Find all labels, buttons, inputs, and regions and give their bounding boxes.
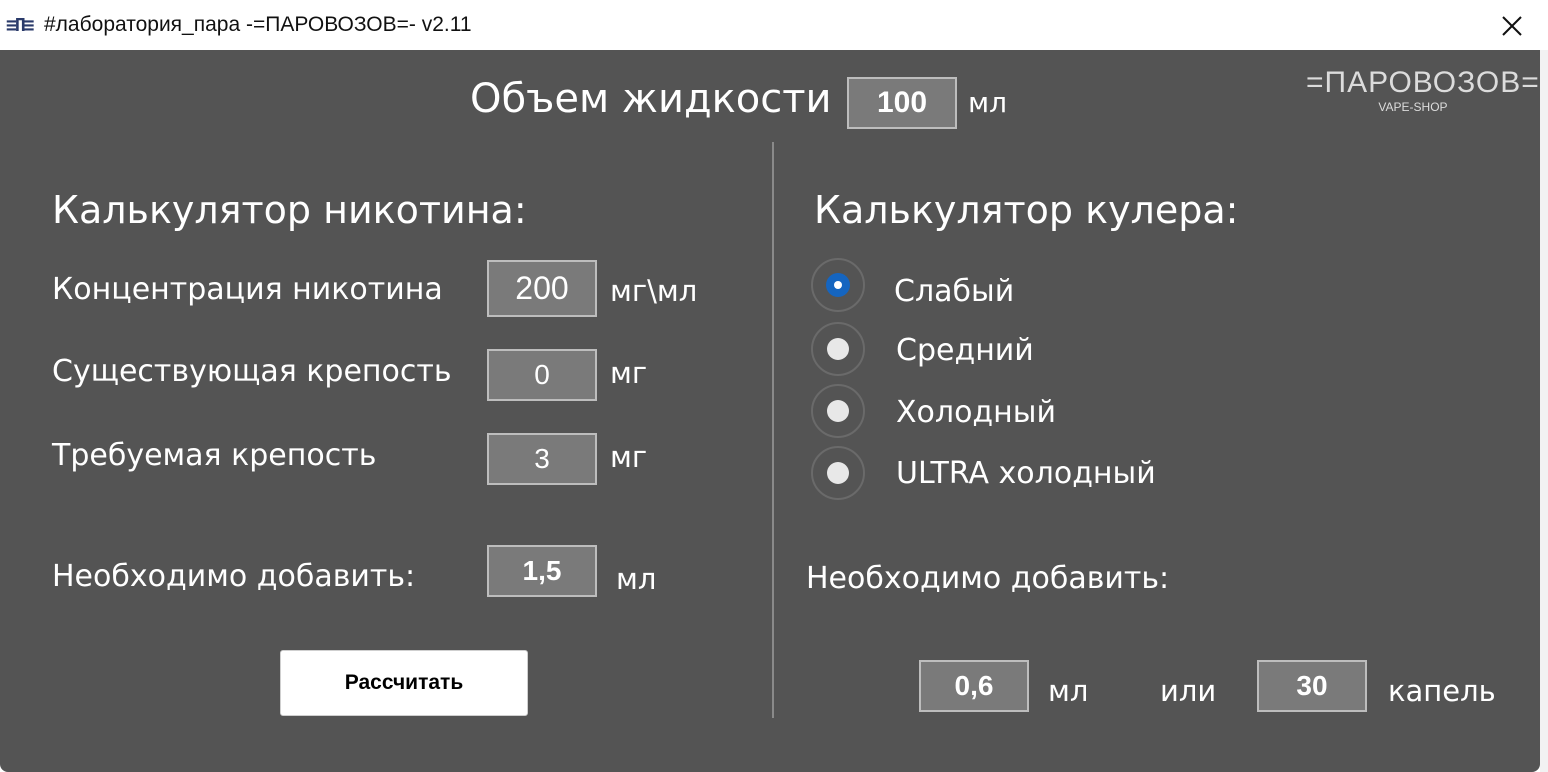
nicotine-calculator-title: Калькулятор никотина:: [52, 188, 527, 232]
radio-unselected-dot: [827, 400, 849, 422]
window-edge: [1540, 50, 1548, 772]
cooler-or-label: или: [1160, 674, 1217, 708]
nicotine-result-field: 1,5: [487, 545, 597, 597]
nicotine-concentration-label: Концентрация никотина: [52, 272, 443, 307]
volume-field[interactable]: 100: [847, 77, 957, 129]
cooler-drops-unit: капель: [1388, 674, 1496, 708]
volume-label: Объем жидкости: [470, 76, 832, 122]
nicotine-result-unit: мл: [616, 562, 657, 596]
existing-strength-unit: мг: [610, 356, 648, 390]
nicotine-concentration-input[interactable]: [489, 262, 595, 315]
cooler-drops-value: 30: [1296, 670, 1328, 701]
cooler-ml-field: 0,6: [919, 660, 1029, 712]
volume-unit: мл: [968, 86, 1008, 119]
radio-medium[interactable]: [811, 322, 865, 376]
radio-ultra-cold-label[interactable]: ULTRA холодный: [896, 456, 1156, 491]
nicotine-result-label: Необходимо добавить:: [52, 559, 416, 594]
cooler-drops-field: 30: [1257, 660, 1367, 712]
section-divider: [772, 142, 774, 718]
cooler-ml-unit: мл: [1048, 674, 1089, 708]
radio-cold-label[interactable]: Холодный: [896, 395, 1056, 430]
brand-logo: =ПАРОВОЗОВ= VAPE-SHOP: [1306, 66, 1540, 118]
cooler-ml-value: 0,6: [954, 670, 994, 701]
radio-weak-label[interactable]: Слабый: [894, 274, 1014, 309]
title-bar[interactable]: ≡П≡ #лаборатория_пара -=ПАРОВОЗОВ=- v2.1…: [0, 0, 1548, 50]
radio-cold[interactable]: [811, 384, 865, 438]
existing-strength-label: Существующая крепость: [52, 354, 452, 389]
nicotine-concentration-unit: мг\мл: [610, 274, 698, 308]
app-logo-icon: ≡П≡: [6, 15, 35, 36]
radio-weak[interactable]: [811, 258, 865, 312]
cooler-result-label: Необходимо добавить:: [806, 561, 1170, 596]
required-strength-field[interactable]: [487, 433, 597, 485]
radio-unselected-dot: [827, 462, 849, 484]
app-window: ≡П≡ #лаборатория_пара -=ПАРОВОЗОВ=- v2.1…: [0, 0, 1548, 772]
volume-value: 100: [876, 86, 928, 119]
close-button[interactable]: [1492, 6, 1532, 46]
required-strength-input[interactable]: [489, 435, 595, 483]
brand-logo-subtext: VAPE-SHOP: [1378, 100, 1448, 114]
nicotine-concentration-field[interactable]: [487, 260, 597, 317]
cooler-calculator-title: Калькулятор кулера:: [814, 188, 1239, 232]
nicotine-result-value: 1,5: [522, 555, 562, 586]
radio-selected-dot: [826, 273, 850, 297]
radio-ultra-cold[interactable]: [811, 446, 865, 500]
required-strength-unit: мг: [610, 440, 648, 474]
existing-strength-input[interactable]: [489, 351, 595, 399]
calculate-button[interactable]: Рассчитать: [280, 650, 528, 716]
brand-logo-text: =ПАРОВОЗОВ=: [1306, 66, 1540, 99]
required-strength-label: Требуемая крепость: [52, 438, 377, 473]
existing-strength-field[interactable]: [487, 349, 597, 401]
radio-medium-label[interactable]: Средний: [896, 333, 1034, 368]
close-icon: [1502, 16, 1522, 36]
window-title: #лаборатория_пара -=ПАРОВОЗОВ=- v2.11: [44, 13, 472, 36]
radio-unselected-dot: [827, 338, 849, 360]
